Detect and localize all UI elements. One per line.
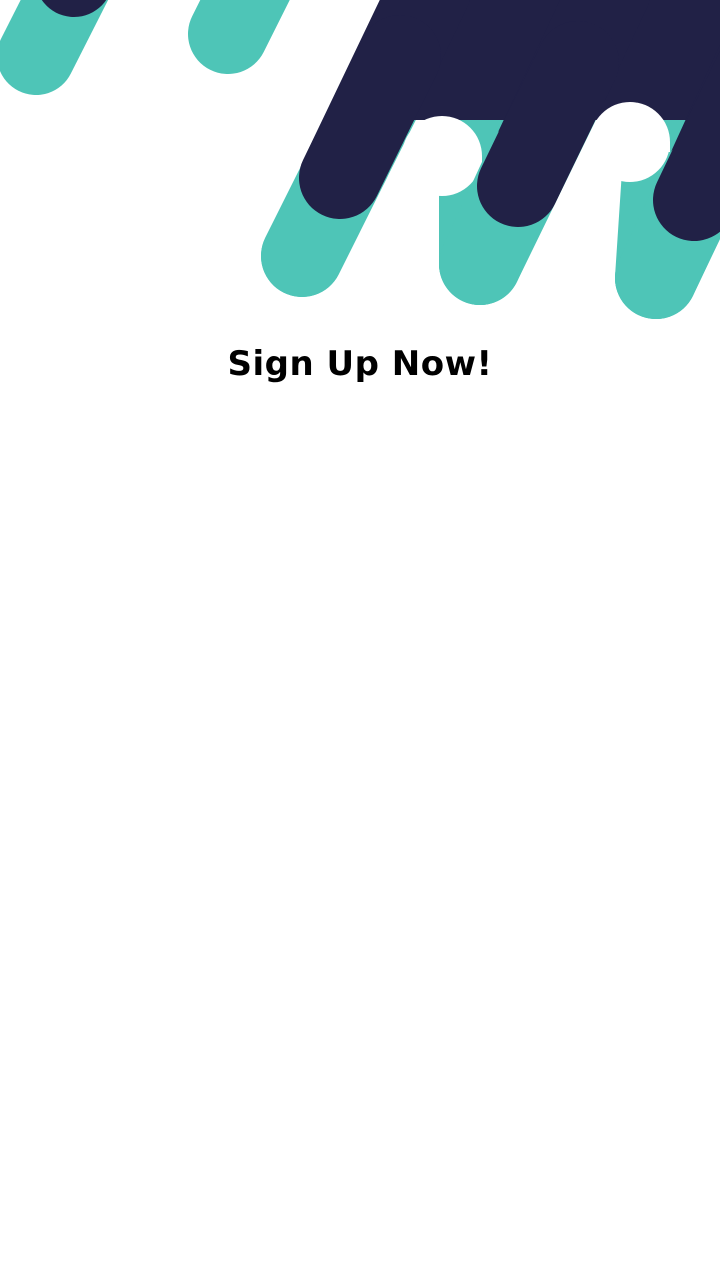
- white-arch: [590, 142, 670, 152]
- page-title: Sign Up Now!: [227, 344, 493, 384]
- white-arch: [402, 156, 482, 166]
- navy-stripe: [477, 21, 619, 227]
- navy-stripe: [299, 15, 441, 219]
- teal-stripe: [188, 0, 290, 74]
- signup-screen: Sign Up Now!: [0, 0, 720, 1280]
- header-decoration: [0, 0, 720, 319]
